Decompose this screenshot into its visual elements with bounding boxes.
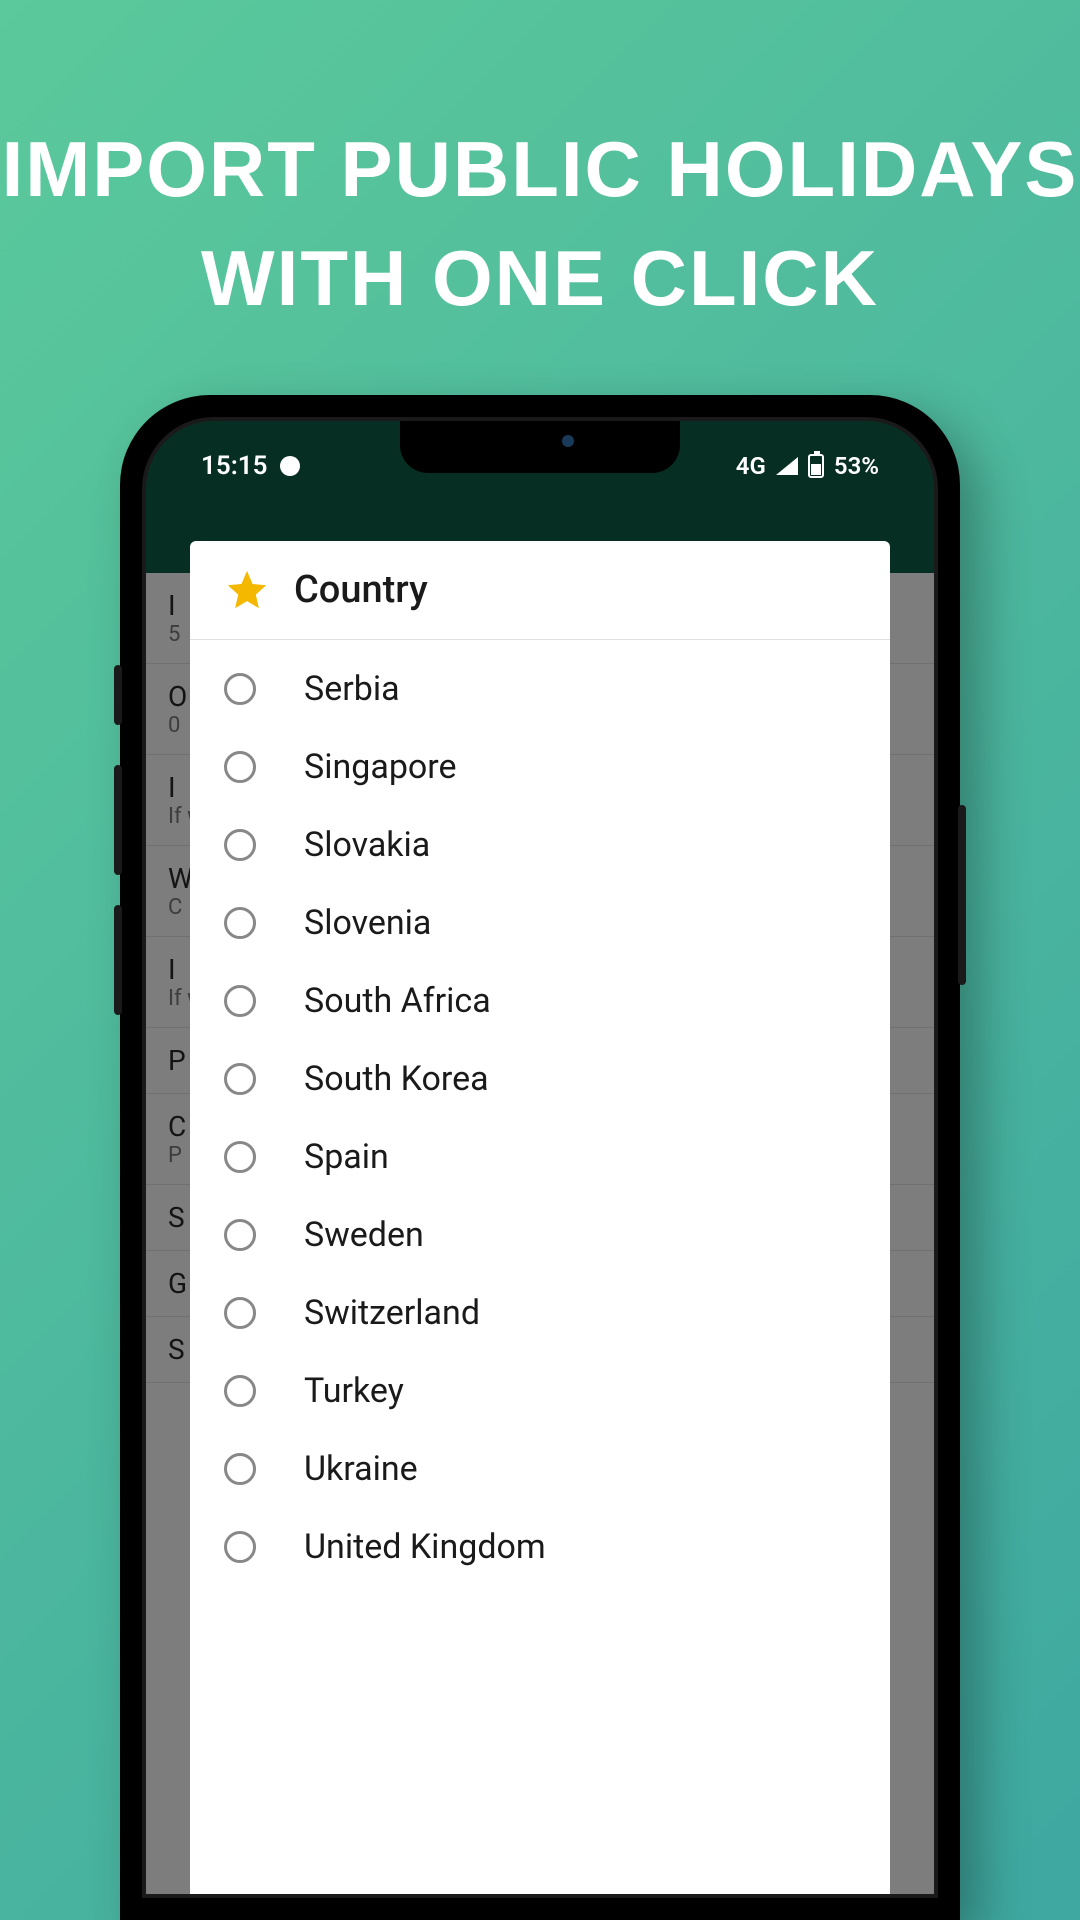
battery-percent: 53% (834, 452, 879, 480)
star-icon (224, 567, 270, 613)
country-item[interactable]: Spain (190, 1118, 890, 1196)
country-label: South Africa (304, 981, 491, 1021)
radio-icon (224, 1063, 256, 1095)
marketing-headline: Import public holidays with one click (0, 0, 1080, 333)
country-item[interactable]: Sweden (190, 1196, 890, 1274)
country-item[interactable]: Ukraine (190, 1430, 890, 1508)
phone-volume-up (114, 765, 122, 875)
country-label: Ukraine (304, 1449, 418, 1489)
country-item[interactable]: Serbia (190, 650, 890, 728)
headline-line-2: with one click (0, 224, 1080, 333)
phone-mockup: 15:15 4G 53% I5O0IIf wWCIIf wPCPSGS (120, 395, 960, 1920)
country-label: United Kingdom (304, 1527, 546, 1567)
country-item[interactable]: Turkey (190, 1352, 890, 1430)
country-label: Turkey (304, 1371, 404, 1411)
country-label: Sweden (304, 1215, 424, 1255)
radio-icon (224, 907, 256, 939)
headline-line-1: Import public holidays (0, 115, 1080, 224)
camera-dot (562, 435, 574, 447)
radio-icon (224, 1531, 256, 1563)
phone-notch (400, 421, 680, 473)
country-item[interactable]: South Korea (190, 1040, 890, 1118)
radio-icon (224, 1141, 256, 1173)
country-label: Singapore (304, 747, 457, 787)
country-item[interactable]: Slovakia (190, 806, 890, 884)
radio-icon (224, 1297, 256, 1329)
country-list: Serbia Singapore Slovakia Slovenia South Afr… (190, 640, 890, 1596)
radio-icon (224, 985, 256, 1017)
country-item[interactable]: Switzerland (190, 1274, 890, 1352)
dialog-header: Country (190, 541, 890, 640)
country-item[interactable]: United Kingdom (190, 1508, 890, 1586)
status-indicator-dot (280, 456, 300, 476)
country-label: Spain (304, 1137, 389, 1177)
phone-side-button (114, 665, 122, 725)
radio-icon (224, 751, 256, 783)
radio-icon (224, 1219, 256, 1251)
radio-icon (224, 1375, 256, 1407)
radio-icon (224, 673, 256, 705)
country-label: Slovakia (304, 825, 430, 865)
country-label: South Korea (304, 1059, 489, 1099)
dialog-title: Country (294, 568, 428, 612)
country-item[interactable]: Slovenia (190, 884, 890, 962)
status-time: 15:15 (201, 451, 268, 481)
country-label: Switzerland (304, 1293, 480, 1333)
country-item[interactable]: Singapore (190, 728, 890, 806)
battery-icon (808, 454, 824, 478)
country-label: Slovenia (304, 903, 431, 943)
network-label: 4G (736, 452, 766, 480)
country-label: Serbia (304, 669, 400, 709)
signal-icon (776, 457, 798, 475)
phone-volume-down (114, 905, 122, 1015)
radio-icon (224, 1453, 256, 1485)
country-item[interactable]: South Africa (190, 962, 890, 1040)
phone-power-button (958, 805, 966, 985)
country-dialog: Country SerbiaSingaporeSlovakiaSloveniaS… (190, 541, 890, 1894)
radio-icon (224, 829, 256, 861)
phone-screen: 15:15 4G 53% I5O0IIf wWCIIf wPCPSGS (146, 421, 934, 1894)
